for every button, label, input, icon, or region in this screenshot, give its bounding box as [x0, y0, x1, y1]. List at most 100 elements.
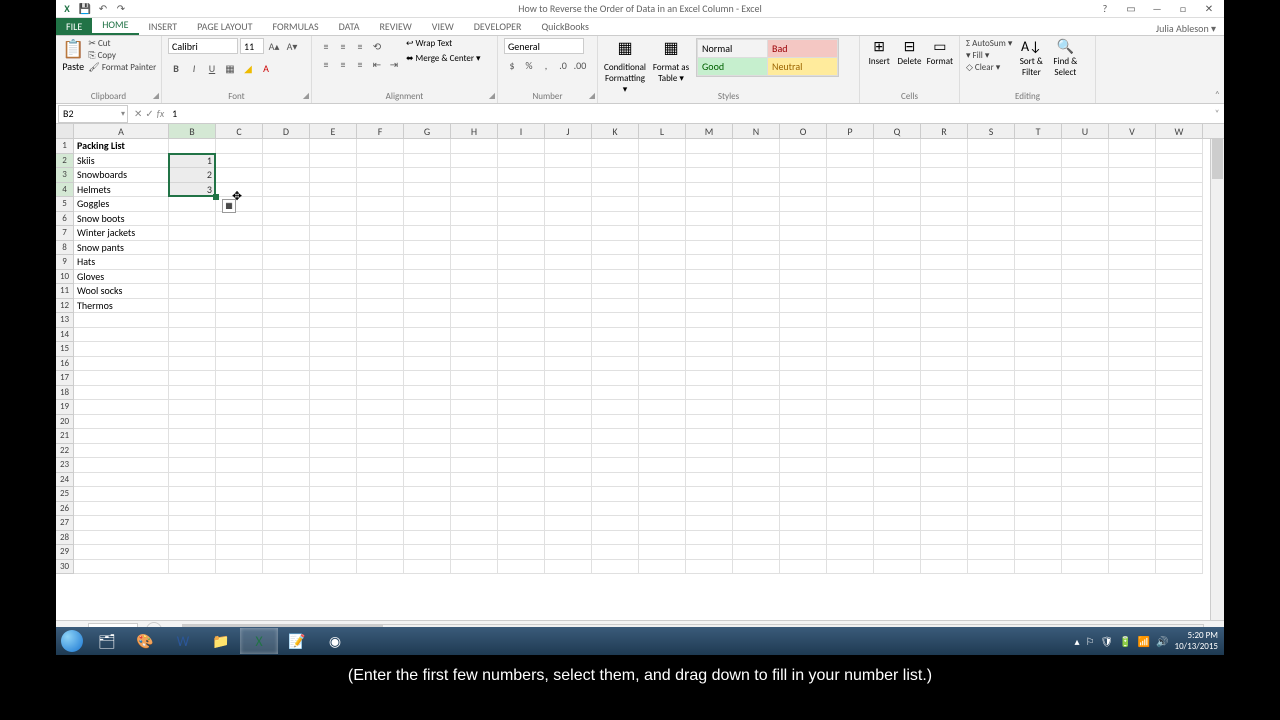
cell-J6[interactable] — [545, 212, 592, 227]
cell-E13[interactable] — [310, 313, 357, 328]
cell-Q11[interactable] — [874, 284, 921, 299]
cell-U13[interactable] — [1062, 313, 1109, 328]
cell-N29[interactable] — [733, 545, 780, 560]
cell-T21[interactable] — [1015, 429, 1062, 444]
cell-C19[interactable] — [216, 400, 263, 415]
cell-A13[interactable] — [74, 313, 169, 328]
cell-O7[interactable] — [780, 226, 827, 241]
cell-V5[interactable] — [1109, 197, 1156, 212]
cell-Q28[interactable] — [874, 531, 921, 546]
tab-home[interactable]: HOME — [92, 16, 138, 35]
align-top-icon[interactable]: ≡ — [318, 38, 334, 54]
cell-K15[interactable] — [592, 342, 639, 357]
row-header-21[interactable]: 21 — [56, 429, 74, 444]
cell-A2[interactable]: Skiis — [74, 154, 169, 169]
cell-K8[interactable] — [592, 241, 639, 256]
cell-I20[interactable] — [498, 415, 545, 430]
cell-S26[interactable] — [968, 502, 1015, 517]
cell-R29[interactable] — [921, 545, 968, 560]
cell-I15[interactable] — [498, 342, 545, 357]
col-header-R[interactable]: R — [921, 124, 968, 138]
cell-K28[interactable] — [592, 531, 639, 546]
cell-H27[interactable] — [451, 516, 498, 531]
cell-T30[interactable] — [1015, 560, 1062, 575]
cell-U5[interactable] — [1062, 197, 1109, 212]
cell-I23[interactable] — [498, 458, 545, 473]
cell-L20[interactable] — [639, 415, 686, 430]
cell-U15[interactable] — [1062, 342, 1109, 357]
align-center-icon[interactable]: ≡ — [335, 56, 351, 72]
cell-P5[interactable] — [827, 197, 874, 212]
cell-G9[interactable] — [404, 255, 451, 270]
cell-Q3[interactable] — [874, 168, 921, 183]
col-header-Q[interactable]: Q — [874, 124, 921, 138]
cell-O6[interactable] — [780, 212, 827, 227]
cell-V28[interactable] — [1109, 531, 1156, 546]
cell-S25[interactable] — [968, 487, 1015, 502]
cell-F25[interactable] — [357, 487, 404, 502]
cell-M4[interactable] — [686, 183, 733, 198]
cell-T22[interactable] — [1015, 444, 1062, 459]
cell-B7[interactable] — [169, 226, 216, 241]
tab-view[interactable]: VIEW — [422, 18, 464, 35]
cell-W8[interactable] — [1156, 241, 1203, 256]
cell-N7[interactable] — [733, 226, 780, 241]
cell-S9[interactable] — [968, 255, 1015, 270]
row-header-10[interactable]: 10 — [56, 270, 74, 285]
cell-J11[interactable] — [545, 284, 592, 299]
cell-D30[interactable] — [263, 560, 310, 575]
cell-G3[interactable] — [404, 168, 451, 183]
alignment-dialog-launcher[interactable]: ◢ — [489, 91, 495, 101]
cell-K17[interactable] — [592, 371, 639, 386]
cell-O3[interactable] — [780, 168, 827, 183]
cell-C15[interactable] — [216, 342, 263, 357]
cell-T20[interactable] — [1015, 415, 1062, 430]
file-tab[interactable]: FILE — [56, 17, 92, 35]
cell-C11[interactable] — [216, 284, 263, 299]
col-header-B[interactable]: B — [169, 124, 216, 138]
tray-shield-icon[interactable]: 🛡 — [1100, 635, 1113, 648]
cell-M25[interactable] — [686, 487, 733, 502]
cell-H4[interactable] — [451, 183, 498, 198]
cell-L26[interactable] — [639, 502, 686, 517]
row-header-11[interactable]: 11 — [56, 284, 74, 299]
cell-E9[interactable] — [310, 255, 357, 270]
cell-V17[interactable] — [1109, 371, 1156, 386]
copy-button[interactable]: ⎘Copy — [88, 50, 156, 61]
cell-M29[interactable] — [686, 545, 733, 560]
cell-C1[interactable] — [216, 139, 263, 154]
row-header-8[interactable]: 8 — [56, 241, 74, 256]
shrink-font-icon[interactable]: A▾ — [284, 38, 300, 54]
cell-S7[interactable] — [968, 226, 1015, 241]
cell-T8[interactable] — [1015, 241, 1062, 256]
col-header-L[interactable]: L — [639, 124, 686, 138]
cell-E1[interactable] — [310, 139, 357, 154]
cell-N28[interactable] — [733, 531, 780, 546]
conditional-formatting-button[interactable]: ▦Conditional Formatting ▾ — [604, 38, 646, 95]
cell-U26[interactable] — [1062, 502, 1109, 517]
cell-F28[interactable] — [357, 531, 404, 546]
sort-filter-button[interactable]: A↓Sort & Filter — [1016, 38, 1046, 78]
col-header-U[interactable]: U — [1062, 124, 1109, 138]
cell-S16[interactable] — [968, 357, 1015, 372]
cell-V12[interactable] — [1109, 299, 1156, 314]
style-neutral[interactable]: Neutral — [768, 58, 838, 76]
cell-O9[interactable] — [780, 255, 827, 270]
cell-N20[interactable] — [733, 415, 780, 430]
cell-P18[interactable] — [827, 386, 874, 401]
cell-H20[interactable] — [451, 415, 498, 430]
cell-H25[interactable] — [451, 487, 498, 502]
cell-I2[interactable] — [498, 154, 545, 169]
cell-E10[interactable] — [310, 270, 357, 285]
cell-V7[interactable] — [1109, 226, 1156, 241]
cell-V30[interactable] — [1109, 560, 1156, 575]
format-painter-button[interactable]: 🖌Format Painter — [88, 62, 156, 73]
align-bottom-icon[interactable]: ≡ — [352, 38, 368, 54]
cell-M26[interactable] — [686, 502, 733, 517]
cell-R21[interactable] — [921, 429, 968, 444]
cell-G7[interactable] — [404, 226, 451, 241]
cell-O8[interactable] — [780, 241, 827, 256]
cell-W28[interactable] — [1156, 531, 1203, 546]
cell-I10[interactable] — [498, 270, 545, 285]
cell-W26[interactable] — [1156, 502, 1203, 517]
